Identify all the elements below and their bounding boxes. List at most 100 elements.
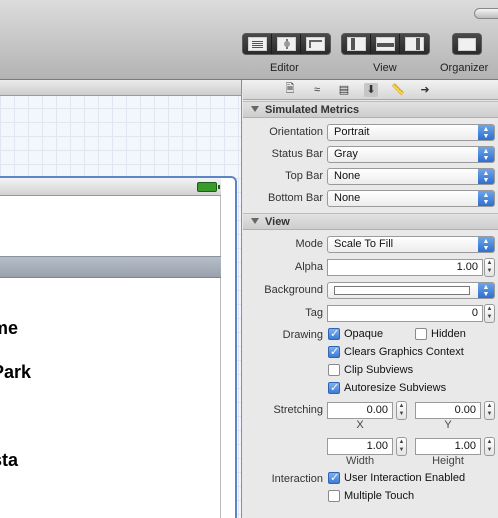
alpha-label: Alpha xyxy=(294,261,323,273)
bottom-bar-value: None xyxy=(334,192,361,204)
utilities-toggle-button[interactable] xyxy=(400,34,429,54)
clip-subviews-label: Clip Subviews xyxy=(344,364,414,376)
popup-arrows-icon: ▲ ▼ xyxy=(478,191,494,206)
view-controller-frame[interactable]: me Park sta xyxy=(0,176,237,518)
utilities-toggle-icon xyxy=(405,37,424,51)
version-editor-icon xyxy=(306,37,325,51)
popup-arrows-icon: ▲ ▼ xyxy=(478,237,494,252)
tag-field[interactable]: 0 xyxy=(327,305,483,322)
view-section-header[interactable]: View xyxy=(243,213,498,230)
simulated-status-bar xyxy=(0,178,221,196)
navigator-toggle-button[interactable] xyxy=(342,34,371,54)
autoresize-subviews-label: Autoresize Subviews xyxy=(344,382,447,394)
user-interaction-enabled-label: User Interaction Enabled xyxy=(344,472,466,484)
file-inspector-icon[interactable]: 🗎 xyxy=(283,83,297,97)
assistant-editor-icon xyxy=(276,37,296,51)
stretching-label: Stretching xyxy=(273,404,323,416)
alpha-field[interactable]: 1.00 xyxy=(327,259,483,276)
mode-popup[interactable]: Scale To Fill ▲ ▼ xyxy=(327,236,495,253)
popup-arrows-icon: ▲ ▼ xyxy=(478,169,494,184)
orientation-value: Portrait xyxy=(334,126,370,138)
connections-inspector-icon[interactable]: ➜ xyxy=(418,83,432,97)
opaque-label: Opaque xyxy=(344,328,384,340)
window-toolbar: Editor View Organizer xyxy=(0,0,498,80)
multiple-touch-label: Multiple Touch xyxy=(344,490,415,502)
tag-stepper[interactable]: ▲ ▼ xyxy=(484,304,495,323)
stretch-height-field[interactable]: 1.00 xyxy=(415,438,481,455)
autoresize-subviews-checkbox[interactable] xyxy=(328,381,340,394)
jump-bar xyxy=(0,80,241,96)
organizer-button[interactable] xyxy=(452,33,482,55)
cell-label-2: Park xyxy=(0,362,32,382)
background-label: Background xyxy=(264,284,323,296)
section-title: Simulated Metrics xyxy=(265,104,360,116)
top-bar-value: None xyxy=(334,170,361,182)
mode-label: Mode xyxy=(295,238,323,250)
tag-label: Tag xyxy=(305,307,323,319)
user-interaction-enabled-checkbox[interactable] xyxy=(328,471,340,484)
view-segmented-control xyxy=(341,33,430,55)
opaque-checkbox[interactable] xyxy=(328,327,340,340)
popup-arrows-icon: ▲ ▼ xyxy=(478,147,494,162)
debug-area-toggle-button[interactable] xyxy=(371,34,400,54)
stretch-y-field[interactable]: 0.00 xyxy=(415,402,481,419)
bottom-bar-label: Bottom Bar xyxy=(267,192,323,204)
clip-subviews-checkbox[interactable] xyxy=(328,364,340,376)
table-section-header xyxy=(0,256,221,278)
editor-label: Editor xyxy=(270,62,299,74)
stretch-width-label: Width xyxy=(345,455,375,467)
editor-segmented-control xyxy=(242,33,331,55)
standard-editor-button[interactable] xyxy=(243,34,272,54)
disclosure-triangle-icon xyxy=(251,218,259,224)
identity-inspector-icon[interactable]: ▤ xyxy=(337,83,351,97)
main-view[interactable] xyxy=(0,196,221,518)
stretch-height-stepper[interactable]: ▲ ▼ xyxy=(484,437,495,456)
debug-area-toggle-icon xyxy=(375,37,395,51)
multiple-touch-checkbox[interactable] xyxy=(328,490,340,502)
popup-arrows-icon: ▲ ▼ xyxy=(478,283,494,298)
clears-graphics-context-checkbox[interactable] xyxy=(328,345,340,358)
organizer-label: Organizer xyxy=(440,62,489,74)
bottom-bar-popup[interactable]: None ▲ ▼ xyxy=(327,190,495,207)
interaction-label: Interaction xyxy=(271,473,323,485)
toolbar-toggle-pill[interactable] xyxy=(474,8,498,19)
stretch-y-label: Y xyxy=(444,419,452,431)
attributes-inspector: 🗎 ≈ ▤ ⬇ 📏 ➜ Simulated Metrics Orientatio… xyxy=(243,80,498,518)
version-editor-button[interactable] xyxy=(301,34,330,54)
size-inspector-icon[interactable]: 📏 xyxy=(391,83,405,97)
stretch-x-label: X xyxy=(356,419,364,431)
clears-graphics-context-label: Clears Graphics Context xyxy=(344,346,464,358)
top-bar-label: Top Bar xyxy=(285,170,323,182)
navigator-toggle-icon xyxy=(346,37,366,51)
orientation-popup[interactable]: Portrait ▲ ▼ xyxy=(327,124,495,141)
background-color-swatch xyxy=(334,286,470,295)
attributes-inspector-icon[interactable]: ⬇ xyxy=(364,82,378,97)
stretch-y-stepper[interactable]: ▲ ▼ xyxy=(484,401,495,420)
inspector-tab-bar: 🗎 ≈ ▤ ⬇ 📏 ➜ xyxy=(243,80,498,100)
status-bar-value: Gray xyxy=(334,148,358,160)
view-label: View xyxy=(373,62,397,74)
background-color-popup[interactable]: ▲ ▼ xyxy=(327,282,495,299)
assistant-editor-button[interactable] xyxy=(272,34,301,54)
stretch-x-field[interactable]: 0.00 xyxy=(327,402,393,419)
organizer-icon xyxy=(458,37,476,51)
stretch-width-field[interactable]: 1.00 xyxy=(327,438,393,455)
drawing-label: Drawing xyxy=(282,329,323,341)
disclosure-triangle-icon xyxy=(251,106,259,112)
stretch-x-stepper[interactable]: ▲ ▼ xyxy=(396,401,407,420)
quick-help-icon[interactable]: ≈ xyxy=(310,83,324,97)
standard-editor-icon xyxy=(247,37,267,51)
top-bar-popup[interactable]: None ▲ ▼ xyxy=(327,168,495,185)
cell-label-3: sta xyxy=(0,450,19,470)
alpha-stepper[interactable]: ▲ ▼ xyxy=(484,258,495,277)
section-title: View xyxy=(265,216,290,228)
cell-label-1: me xyxy=(0,318,19,338)
orientation-label: Orientation xyxy=(269,126,323,138)
interface-builder-canvas[interactable]: me Park sta xyxy=(0,80,242,518)
simulated-metrics-header[interactable]: Simulated Metrics xyxy=(243,101,498,118)
status-bar-popup[interactable]: Gray ▲ ▼ xyxy=(327,146,495,163)
mode-value: Scale To Fill xyxy=(334,238,394,250)
hidden-label: Hidden xyxy=(431,328,466,340)
stretch-width-stepper[interactable]: ▲ ▼ xyxy=(396,437,407,456)
hidden-checkbox[interactable] xyxy=(415,328,427,340)
